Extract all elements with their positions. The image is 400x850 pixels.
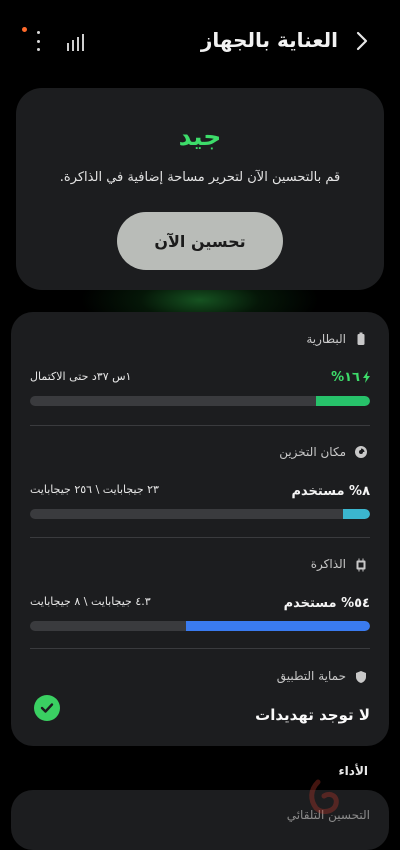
battery-percent: ١٦% — [331, 370, 360, 385]
notification-dot — [22, 27, 27, 32]
menu-dot — [36, 39, 40, 43]
watermark-logo — [309, 779, 339, 814]
pie-chart-icon — [355, 446, 367, 458]
check-icon — [40, 703, 54, 713]
divider — [30, 425, 370, 426]
signal-bars-icon[interactable] — [66, 33, 86, 51]
divider — [30, 648, 370, 649]
battery-bar — [30, 396, 370, 406]
memory-chip-icon — [356, 558, 366, 572]
storage-bar — [30, 509, 370, 519]
optimize-now-button[interactable]: تحسين الآن — [117, 212, 283, 270]
storage-label[interactable]: مكان التخزين — [279, 445, 346, 459]
memory-bar — [30, 621, 370, 631]
more-vertical-icon — [36, 31, 40, 34]
status-description: قم بالتحسين الآن لتحرير مساحة إضافية في … — [59, 170, 341, 185]
battery-time-left: ١س ٣٧د حتى الاكتمال — [30, 370, 132, 383]
memory-bar-fill — [186, 621, 370, 631]
chevron-right-icon[interactable] — [354, 30, 370, 52]
battery-label[interactable]: البطارية — [306, 332, 346, 346]
more-options-button[interactable] — [32, 31, 44, 51]
storage-bar-fill — [342, 509, 370, 519]
memory-label[interactable]: الذاكرة — [311, 557, 346, 571]
divider — [30, 537, 370, 538]
charging-bolt-icon — [363, 371, 370, 383]
menu-dot — [36, 48, 40, 51]
battery-bar-fill — [315, 396, 370, 406]
page-title: العناية بالجهاز — [200, 28, 338, 52]
storage-amount: ٢٣ جيجابايت \ ٢٥٦ جيجابايت — [30, 483, 159, 496]
memory-used: ٥٤% مستخدم — [283, 596, 370, 611]
status-title: جيد — [178, 122, 222, 151]
no-threats-status: لا توجد تهديدات — [255, 706, 370, 724]
shield-icon — [356, 671, 366, 683]
memory-amount: ٤.٣ جيجابايت \ ٨ جيجابايت — [30, 595, 151, 608]
app-protection-label[interactable]: حماية التطبيق — [277, 669, 346, 683]
check-circle-icon — [34, 695, 60, 721]
storage-used: ٨% مستخدم — [291, 484, 370, 499]
battery-icon — [357, 332, 365, 345]
